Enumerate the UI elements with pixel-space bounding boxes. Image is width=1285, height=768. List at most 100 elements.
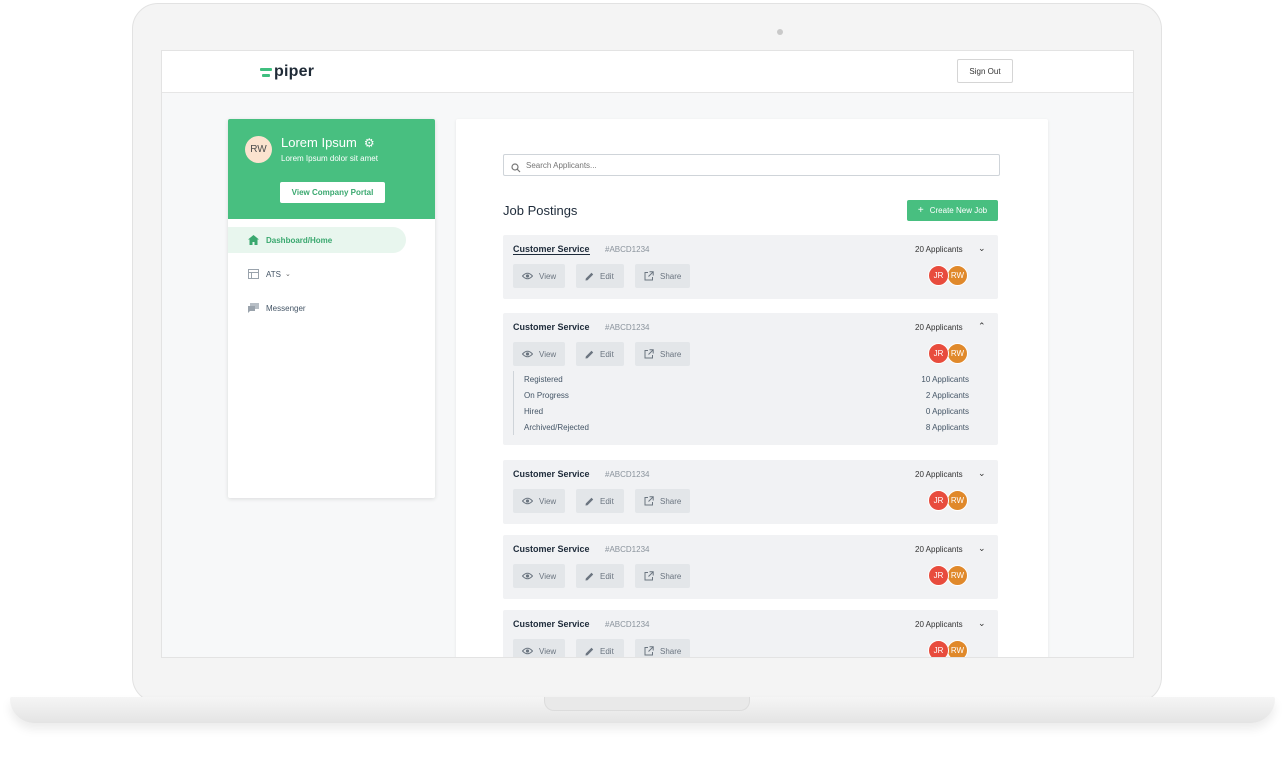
edit-button[interactable]: Edit bbox=[576, 342, 624, 366]
pencil-icon bbox=[585, 497, 594, 506]
job-id: #ABCD1234 bbox=[605, 470, 650, 479]
stat-label: Hired bbox=[524, 406, 544, 416]
job-title[interactable]: Customer Service bbox=[513, 322, 590, 332]
eye-icon bbox=[522, 572, 533, 580]
avatar[interactable]: RW bbox=[947, 265, 968, 286]
share-button[interactable]: Share bbox=[635, 264, 690, 288]
share-button[interactable]: Share bbox=[635, 564, 690, 588]
eye-icon bbox=[522, 647, 533, 655]
job-title[interactable]: Customer Service bbox=[513, 619, 590, 629]
sidebar-item-messenger[interactable]: Messenger bbox=[228, 295, 306, 321]
avatar[interactable]: RW bbox=[947, 343, 968, 364]
eye-icon bbox=[522, 272, 533, 280]
chevron-down-icon[interactable]: ⌄ bbox=[978, 468, 986, 479]
search-icon bbox=[511, 160, 521, 173]
chat-icon bbox=[247, 303, 259, 313]
share-label: Share bbox=[660, 349, 682, 359]
view-button[interactable]: View bbox=[513, 564, 565, 588]
pencil-icon bbox=[585, 350, 594, 359]
share-button[interactable]: Share bbox=[635, 639, 690, 657]
applicant-count: 20 Applicants bbox=[915, 323, 963, 332]
edit-label: Edit bbox=[600, 271, 614, 281]
table-icon bbox=[247, 269, 259, 279]
avatar[interactable]: JR bbox=[928, 640, 949, 657]
create-new-job-label: Create New Job bbox=[929, 206, 988, 215]
share-icon bbox=[644, 646, 654, 656]
job-title[interactable]: Customer Service bbox=[513, 469, 590, 479]
applicant-count: 20 Applicants bbox=[915, 470, 963, 479]
job-card: Customer Service #ABCD1234 20 Applicants ⌄ V… bbox=[503, 535, 998, 599]
stat-row: Registered 10 Applicants bbox=[514, 371, 969, 387]
job-card: Customer Service #ABCD1234 20 Applicants ⌄ V… bbox=[503, 610, 998, 657]
search-input[interactable] bbox=[526, 160, 966, 170]
share-icon bbox=[644, 496, 654, 506]
home-icon bbox=[247, 235, 259, 245]
create-new-job-button[interactable]: + Create New Job bbox=[907, 200, 998, 221]
stat-label: Registered bbox=[524, 374, 563, 384]
stat-label: Archived/Rejected bbox=[524, 422, 589, 432]
avatar[interactable]: RW bbox=[947, 490, 968, 511]
sign-out-button[interactable]: Sign Out bbox=[957, 59, 1013, 83]
pencil-icon bbox=[585, 572, 594, 581]
camera bbox=[777, 29, 783, 35]
view-button[interactable]: View bbox=[513, 264, 565, 288]
view-label: View bbox=[539, 496, 557, 506]
view-label: View bbox=[539, 349, 557, 359]
edit-button[interactable]: Edit bbox=[576, 639, 624, 657]
sidebar-item-dashboard[interactable]: Dashboard/Home bbox=[228, 227, 406, 253]
logo[interactable]: piper bbox=[260, 63, 314, 81]
view-button[interactable]: View bbox=[513, 342, 565, 366]
chevron-down-icon[interactable]: ⌄ bbox=[285, 270, 291, 278]
avatar[interactable]: JR bbox=[928, 490, 949, 511]
job-id: #ABCD1234 bbox=[605, 620, 650, 629]
search-bar[interactable] bbox=[503, 154, 1000, 176]
stat-label: On Progress bbox=[524, 390, 569, 400]
job-card: Customer Service #ABCD1234 20 Applicants ⌄ V… bbox=[503, 235, 998, 299]
avatar[interactable]: RW bbox=[947, 640, 968, 657]
stat-value: 8 Applicants bbox=[925, 422, 969, 432]
stat-value: 10 Applicants bbox=[921, 374, 969, 384]
avatar[interactable]: RW bbox=[947, 565, 968, 586]
applicant-count: 20 Applicants bbox=[915, 620, 963, 629]
eye-icon bbox=[522, 350, 533, 358]
laptop-notch bbox=[544, 697, 750, 711]
sidebar-item-label: Messenger bbox=[266, 303, 306, 313]
gear-icon[interactable]: ⚙ bbox=[364, 136, 375, 150]
stat-row: Archived/Rejected 8 Applicants bbox=[514, 419, 969, 435]
chevron-down-icon[interactable]: ⌄ bbox=[978, 543, 986, 554]
avatar[interactable]: JR bbox=[928, 265, 949, 286]
share-button[interactable]: Share bbox=[635, 489, 690, 513]
job-title[interactable]: Customer Service bbox=[513, 244, 590, 255]
sidebar-item-ats[interactable]: ATS ⌄ bbox=[228, 261, 291, 287]
view-company-portal-button[interactable]: View Company Portal bbox=[280, 182, 385, 203]
logo-mark-icon bbox=[260, 67, 272, 77]
job-title[interactable]: Customer Service bbox=[513, 544, 590, 554]
edit-button[interactable]: Edit bbox=[576, 489, 624, 513]
chevron-down-icon[interactable]: ⌄ bbox=[978, 243, 986, 254]
job-id: #ABCD1234 bbox=[605, 323, 650, 332]
view-button[interactable]: View bbox=[513, 489, 565, 513]
edit-button[interactable]: Edit bbox=[576, 264, 624, 288]
share-icon bbox=[644, 271, 654, 281]
section-title: Job Postings bbox=[503, 203, 578, 218]
avatar[interactable]: JR bbox=[928, 343, 949, 364]
edit-label: Edit bbox=[600, 571, 614, 581]
applicant-count: 20 Applicants bbox=[915, 545, 963, 554]
job-card: Customer Service #ABCD1234 20 Applicants ⌃ V… bbox=[503, 313, 998, 445]
edit-button[interactable]: Edit bbox=[576, 564, 624, 588]
avatar[interactable]: JR bbox=[928, 565, 949, 586]
share-icon bbox=[644, 571, 654, 581]
chevron-down-icon[interactable]: ⌄ bbox=[978, 618, 986, 629]
pencil-icon bbox=[585, 272, 594, 281]
profile-name-row: Lorem Ipsum ⚙ bbox=[281, 135, 375, 150]
eye-icon bbox=[522, 497, 533, 505]
share-button[interactable]: Share bbox=[635, 342, 690, 366]
chevron-up-icon[interactable]: ⌃ bbox=[978, 321, 986, 332]
app-screen: piper Sign Out RW Lorem Ipsum ⚙ Lorem Ip… bbox=[161, 50, 1134, 658]
edit-label: Edit bbox=[600, 349, 614, 359]
top-bar: piper Sign Out bbox=[162, 51, 1133, 93]
view-label: View bbox=[539, 571, 557, 581]
view-button[interactable]: View bbox=[513, 639, 565, 657]
stat-value: 0 Applicants bbox=[925, 406, 969, 416]
share-label: Share bbox=[660, 646, 682, 656]
